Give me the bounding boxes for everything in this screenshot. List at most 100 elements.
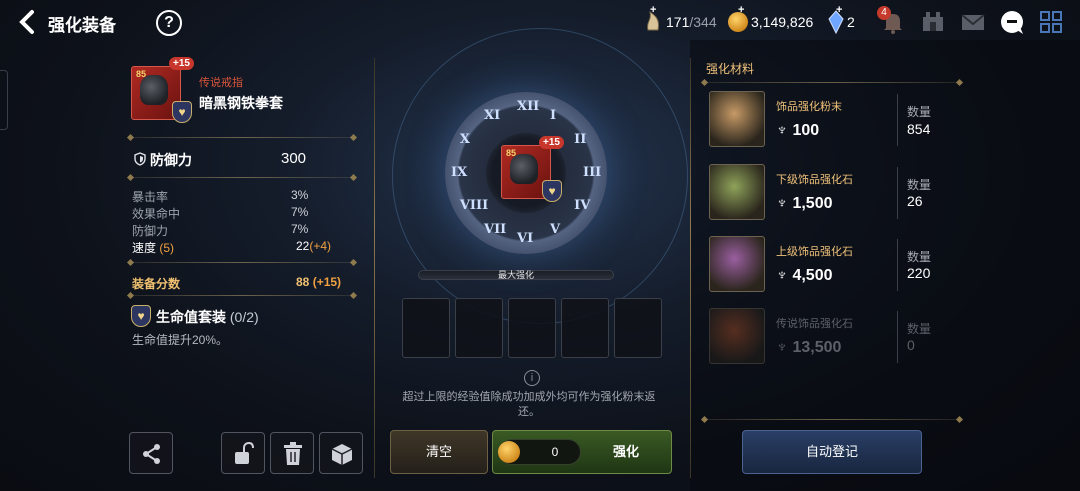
lesser-stone-icon xyxy=(709,164,765,220)
gear-score-label: 装备分数 xyxy=(132,277,181,291)
item-name: 暗黑钢铁拳套 xyxy=(199,95,283,111)
share-button[interactable] xyxy=(129,432,173,474)
materials-title: 强化材料 xyxy=(706,62,755,76)
divider xyxy=(130,177,354,178)
info-icon[interactable]: i xyxy=(524,370,540,386)
guild-icon[interactable] xyxy=(920,9,946,35)
unlock-icon xyxy=(235,442,254,464)
qty-value: 220 xyxy=(907,265,931,281)
powder-icon xyxy=(709,91,765,147)
sub-stat-value: 7% xyxy=(291,205,309,219)
main-stat-value: 300 xyxy=(281,150,307,167)
material-exp: ♆ 13,500 xyxy=(776,339,842,356)
greater-stone-icon xyxy=(709,236,765,292)
clear-button[interactable]: 清空 xyxy=(390,430,488,474)
cost-field: 0 xyxy=(498,439,581,465)
material-exp: ♆ 100 xyxy=(776,122,820,139)
auto-register-button[interactable]: 自动登记 xyxy=(742,430,922,474)
stamina-value: 171/344 xyxy=(666,14,717,30)
qty-value: 854 xyxy=(907,121,931,137)
chat-icon[interactable] xyxy=(999,9,1025,35)
separator xyxy=(897,167,898,219)
qty-label: 数量 xyxy=(907,178,932,192)
crystal-value: 2 xyxy=(847,14,855,30)
notification-badge: 4 xyxy=(877,6,891,20)
sub-stat-label: 效果命中 xyxy=(132,207,181,221)
legendary-stone-icon xyxy=(709,308,765,364)
sub-stat-value: 7% xyxy=(291,222,309,236)
gear-score-value: 88 (+15) xyxy=(296,275,342,289)
material-slot[interactable] xyxy=(614,298,662,358)
dice-icon xyxy=(331,444,353,465)
dial-numeral: III xyxy=(583,165,602,180)
reforge-button[interactable] xyxy=(319,432,363,474)
qty-label: 数量 xyxy=(907,250,932,264)
discard-button[interactable] xyxy=(270,432,314,474)
crystal-plus-icon[interactable]: + xyxy=(836,4,842,16)
speed-value: 22(+4) xyxy=(296,239,332,253)
gauntlet-icon xyxy=(510,154,538,184)
lock-button[interactable] xyxy=(221,432,265,474)
stamina-plus-icon[interactable]: + xyxy=(650,4,656,16)
qty-value: 26 xyxy=(907,193,923,209)
trash-icon xyxy=(284,442,302,465)
menu-grid-icon[interactable] xyxy=(1038,9,1064,35)
material-slot[interactable] xyxy=(508,298,556,358)
material-slot[interactable] xyxy=(561,298,609,358)
enhance-max-label: 最大强化 xyxy=(497,270,534,280)
material-exp: ♆ 1,500 xyxy=(776,195,833,212)
back-arrow-icon[interactable] xyxy=(14,8,42,36)
material-slot[interactable] xyxy=(402,298,450,358)
set-heart-icon: ♥ xyxy=(131,305,151,327)
enhance-button[interactable]: 0 强化 xyxy=(492,430,672,474)
divider xyxy=(130,137,354,138)
material-name: 下级饰品强化石 xyxy=(776,174,853,186)
dial-numeral: IX xyxy=(451,165,468,180)
gold-coin-icon xyxy=(498,441,520,463)
heart-set-icon: ♥ xyxy=(172,101,192,123)
divider xyxy=(130,262,354,263)
dial-numeral: VIII xyxy=(459,198,489,213)
divider xyxy=(704,419,960,420)
material-exp: ♆ 4,500 xyxy=(776,267,833,284)
set-bonus-title: 生命值套装 (0/2) xyxy=(156,309,259,325)
dial-numeral: II xyxy=(574,132,587,147)
gold-plus-icon[interactable]: + xyxy=(738,4,744,16)
qty-label: 数量 xyxy=(907,105,932,119)
gold-value: 3,149,826 xyxy=(751,14,814,30)
divider xyxy=(130,295,354,296)
mail-icon[interactable] xyxy=(960,9,986,35)
dial-numeral: IV xyxy=(574,198,591,213)
qty-label: 数量 xyxy=(907,322,932,336)
speed-stat: 速度 (5) xyxy=(132,241,175,255)
enhance-label: 强化 xyxy=(612,444,639,459)
dial-numeral: VI xyxy=(517,231,534,246)
dial-numeral: VII xyxy=(484,222,507,238)
dial-numeral: XI xyxy=(484,107,501,123)
dial-numeral: X xyxy=(459,132,470,147)
side-drawer-tab[interactable] xyxy=(0,70,8,130)
main-stat-label: 防御力 xyxy=(150,152,192,168)
center-item-level: 85 xyxy=(506,148,517,158)
sub-stat-label: 防御力 xyxy=(132,224,169,238)
page-title: 强化装备 xyxy=(48,16,116,35)
enhance-cost: 0 xyxy=(551,445,559,459)
separator xyxy=(897,239,898,291)
material-name: 饰品强化粉末 xyxy=(776,101,842,113)
dial-numeral: V xyxy=(550,222,561,238)
set-bonus-desc: 生命值提升20%。 xyxy=(132,333,229,347)
dial-numeral: I xyxy=(550,107,557,123)
material-slot[interactable] xyxy=(455,298,503,358)
sub-stat-label: 暴击率 xyxy=(132,190,169,204)
material-name: 传说饰品强化石 xyxy=(776,318,853,330)
panel-divider-line xyxy=(690,58,691,478)
dial-numeral: XII xyxy=(517,99,540,114)
separator xyxy=(897,311,898,363)
share-icon xyxy=(143,444,160,464)
material-name: 上级饰品强化石 xyxy=(776,246,853,258)
center-item-enhance-badge: +15 xyxy=(539,136,564,149)
separator xyxy=(897,94,898,146)
item-enhance-badge: +15 xyxy=(169,57,194,70)
top-bar: 强化装备 ? + 171/344 + 3,149,826 + 2 4 xyxy=(0,0,1080,44)
help-icon[interactable]: ? xyxy=(156,10,182,36)
